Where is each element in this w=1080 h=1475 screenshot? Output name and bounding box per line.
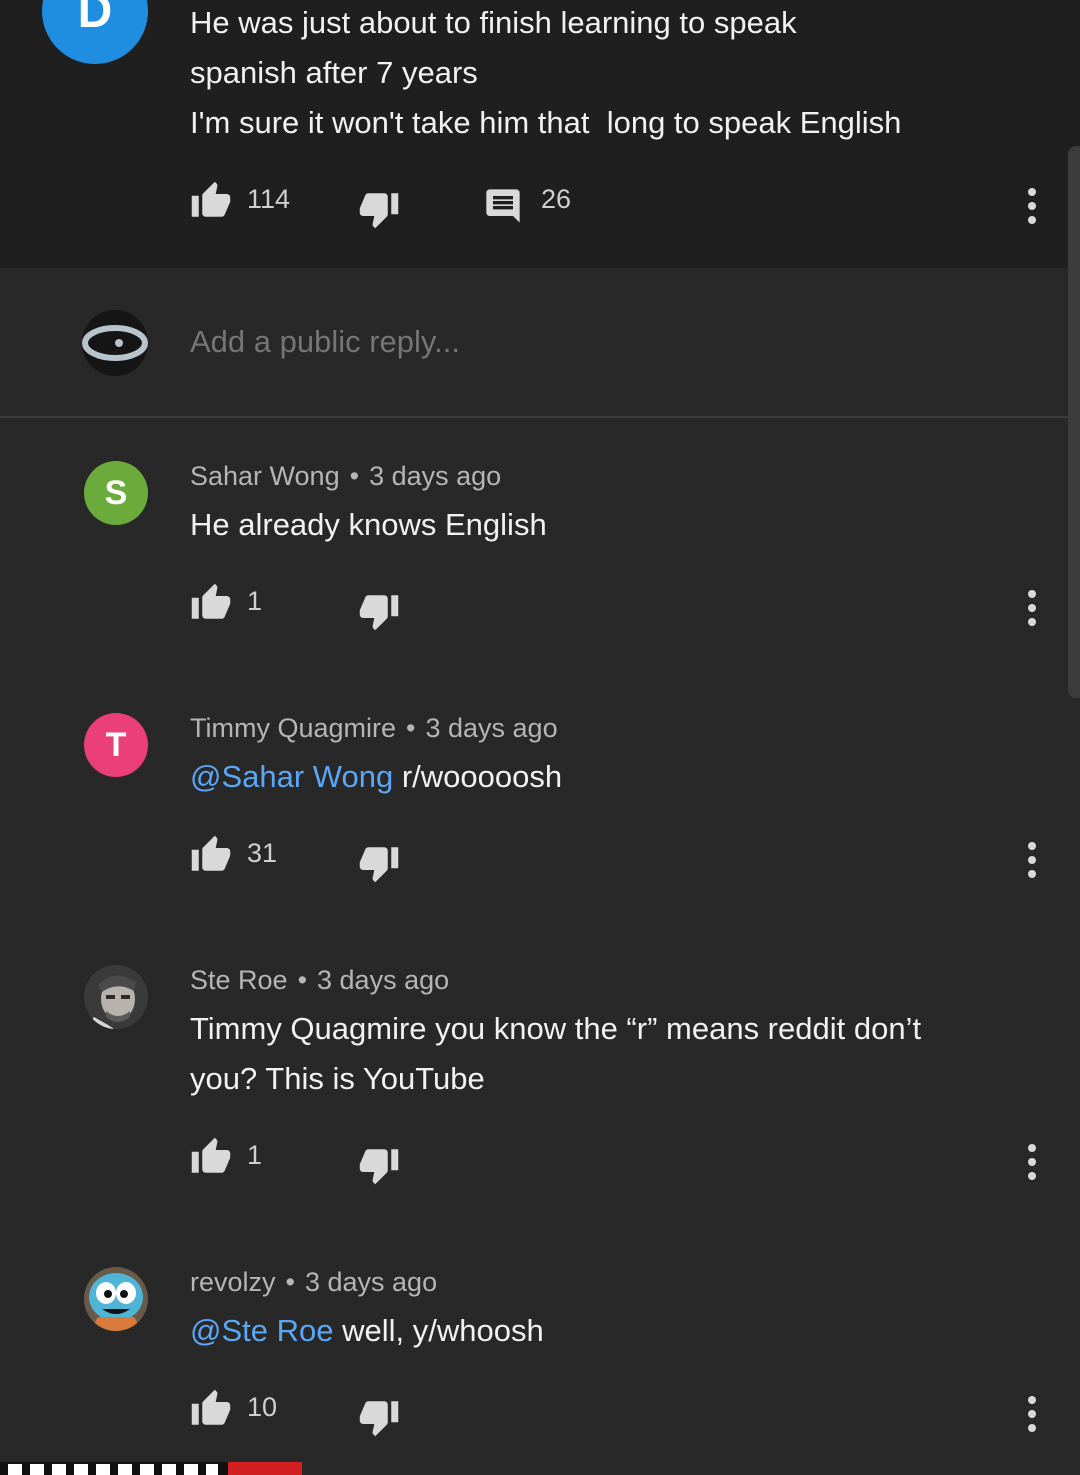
like-count: 1 — [247, 1140, 263, 1170]
more-vertical-icon[interactable] — [1016, 840, 1048, 880]
timestamp: 3 days ago — [369, 461, 502, 491]
meme-caption-strip — [0, 1462, 302, 1475]
separator-dot: • — [349, 461, 360, 491]
comment-text: He was just about to finish learning to … — [190, 0, 1050, 148]
thumbs-up-icon[interactable] — [190, 1388, 232, 1430]
mention-link[interactable]: @Ste Roe — [190, 1313, 333, 1348]
comment-text: @Sahar Wong r/wooooosh — [190, 752, 1050, 802]
avatar[interactable] — [84, 1267, 148, 1331]
comment-line: spanish after 7 years — [190, 55, 478, 90]
comment-text: He already knows English — [190, 500, 1050, 550]
timestamp: 3 days ago — [425, 713, 558, 743]
author-name[interactable]: Sahar Wong — [190, 461, 340, 491]
more-vertical-icon[interactable] — [1016, 1142, 1048, 1182]
reply-bar — [0, 268, 1080, 418]
comment-meta: Ste Roe • 3 days ago — [190, 965, 449, 996]
separator-dot: • — [406, 713, 416, 743]
thumbs-up-icon[interactable] — [190, 834, 232, 876]
comment-line: Timmy Quagmire you know the “r” means re… — [190, 1011, 922, 1046]
avatar-letter: T — [105, 725, 127, 764]
comment-text: Timmy Quagmire you know the “r” means re… — [190, 1004, 1050, 1104]
separator-dot: • — [297, 965, 308, 995]
comment-body: r/wooooosh — [393, 759, 563, 794]
comment-text: @Ste Roe well, y/whoosh — [190, 1306, 1050, 1356]
reply-count: 26 — [541, 184, 572, 214]
thumbs-up-icon[interactable] — [190, 582, 232, 624]
mention-link[interactable]: @Sahar Wong — [190, 759, 393, 794]
comment-icon[interactable] — [483, 186, 523, 226]
more-vertical-icon[interactable] — [1016, 588, 1048, 628]
timestamp: 3 days ago — [304, 1267, 438, 1297]
avatar[interactable]: S — [84, 461, 148, 525]
more-vertical-icon[interactable] — [1016, 186, 1048, 226]
like-count: 31 — [247, 838, 278, 868]
comment-line: I'm sure it won't take him that long to … — [190, 105, 902, 140]
avatar[interactable]: T — [84, 713, 148, 777]
caption-accent — [228, 1462, 302, 1475]
comment-line: He already knows English — [190, 507, 547, 542]
author-name[interactable]: revolzy — [190, 1267, 276, 1297]
comment-actions: 1 — [0, 1136, 1080, 1186]
reply-input[interactable] — [190, 324, 970, 360]
thumbs-up-icon[interactable] — [190, 1136, 232, 1178]
thumbs-down-icon[interactable] — [358, 1144, 400, 1186]
avatar-letter: S — [104, 473, 128, 512]
like-count: 10 — [247, 1392, 278, 1422]
comment-meta: Sahar Wong • 3 days ago — [190, 461, 501, 492]
like-count: 1 — [247, 586, 263, 616]
thumbs-up-icon[interactable] — [190, 180, 232, 222]
separator-dot: • — [285, 1267, 295, 1297]
author-name[interactable]: Timmy Quagmire — [190, 713, 396, 743]
comment-body: well, y/whoosh — [333, 1313, 544, 1348]
avatar-cartoon — [84, 1267, 148, 1331]
thumbs-down-icon[interactable] — [358, 188, 400, 230]
caption-fragment — [8, 1464, 218, 1475]
user-avatar[interactable] — [82, 310, 148, 376]
timestamp: 3 days ago — [317, 965, 450, 995]
comment-line: you? This is YouTube — [190, 1061, 485, 1096]
comment-line: @Sahar Wong r/wooooosh — [190, 752, 1050, 802]
thumbs-down-icon[interactable] — [358, 1396, 400, 1438]
comment-actions: 10 — [0, 1388, 1080, 1438]
avatar-photo — [84, 965, 148, 1029]
comment-actions: 1 — [0, 582, 1080, 632]
thumbs-down-icon[interactable] — [358, 842, 400, 884]
comment-line: He was just about to finish learning to … — [190, 5, 797, 40]
top-comment: D He was just about to finish learning t… — [0, 0, 1080, 268]
comment-actions: 114 26 — [0, 180, 1080, 230]
more-vertical-icon[interactable] — [1016, 1394, 1048, 1434]
like-count: 114 — [247, 184, 291, 214]
comment-actions: 31 — [0, 834, 1080, 884]
scrollbar[interactable] — [1068, 146, 1080, 698]
comment-line: @Ste Roe well, y/whoosh — [190, 1306, 1050, 1356]
avatar-letter: D — [77, 0, 113, 38]
comment-meta: revolzy • 3 days ago — [190, 1267, 437, 1298]
thumbs-down-icon[interactable] — [358, 590, 400, 632]
avatar[interactable]: D — [42, 0, 148, 64]
comment-meta: Timmy Quagmire • 3 days ago — [190, 713, 558, 744]
author-name[interactable]: Ste Roe — [190, 965, 288, 995]
avatar[interactable] — [84, 965, 148, 1029]
user-avatar-logo — [82, 310, 148, 376]
